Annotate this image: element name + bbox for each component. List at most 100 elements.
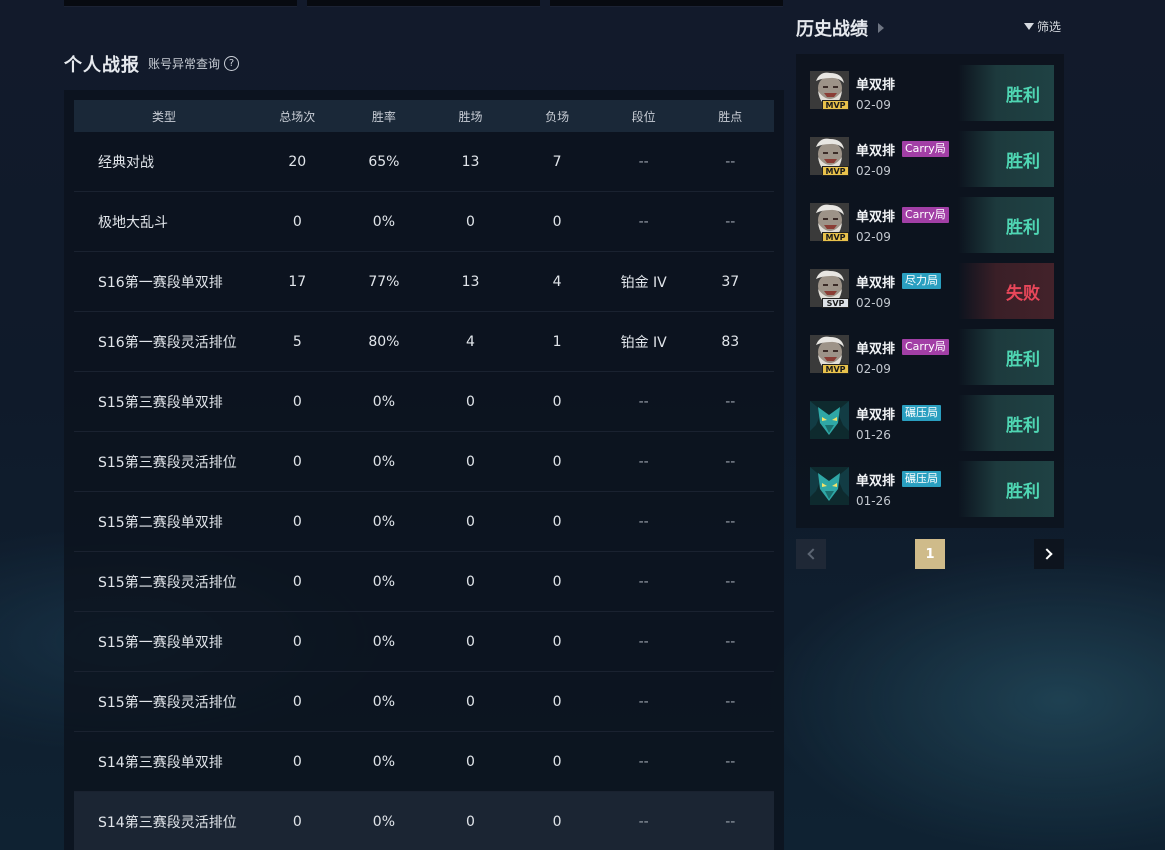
table-cell: 0% xyxy=(372,513,395,530)
match-mode: 单双排 xyxy=(856,276,896,291)
table-row: S15第二赛段单双排 0 0% 0 0 -- -- xyxy=(74,492,774,552)
match-tag: 尽力局 xyxy=(902,273,941,289)
table-cell: -- xyxy=(638,633,649,650)
match-history-item[interactable]: MVP 单双排 Carry局 02-09 胜利 xyxy=(796,328,1064,386)
top-thumbnail[interactable] xyxy=(64,0,297,7)
table-cell: -- xyxy=(638,573,649,590)
match-result: 胜利 xyxy=(958,329,1054,385)
match-history-item[interactable]: MVP 单双排 02-09 胜利 xyxy=(796,64,1064,122)
table-cell: -- xyxy=(638,513,649,530)
table-row: S15第三赛段单双排 0 0% 0 0 -- -- xyxy=(74,372,774,432)
caret-right-icon xyxy=(878,23,884,33)
match-history-item[interactable]: SVP 单双排 尽力局 02-09 失败 xyxy=(796,262,1064,320)
match-history-item[interactable]: 单双排 碾压局 01-26 胜利 xyxy=(796,394,1064,452)
table-cell: 0 xyxy=(552,753,562,770)
table-cell: -- xyxy=(725,573,736,590)
match-date: 01-26 xyxy=(856,494,891,508)
column-header: 胜点 xyxy=(718,109,743,124)
mvp-badge: MVP xyxy=(822,364,849,374)
table-cell: -- xyxy=(638,453,649,470)
personal-stats-panel: 类型 总场次 胜率 胜场 负场 段位 胜点 经典对战 20 65% 13 7 -- -- 极地… xyxy=(64,90,784,850)
personal-stats-title: 个人战报 xyxy=(64,55,140,76)
table-cell: 0 xyxy=(466,453,475,470)
table-cell: 0% xyxy=(372,453,395,470)
table-cell: 0 xyxy=(292,693,302,710)
table-cell: 1 xyxy=(552,333,562,350)
table-cell: S15第三赛段灵活排位 xyxy=(98,454,237,471)
column-header: 胜场 xyxy=(458,109,483,124)
top-thumbnail[interactable] xyxy=(550,0,783,7)
table-cell: 0 xyxy=(466,814,475,830)
next-page-button[interactable] xyxy=(1034,539,1064,569)
match-mode: 单双排 xyxy=(856,408,896,423)
mvp-badge: SVP xyxy=(822,298,849,308)
table-cell: -- xyxy=(725,633,736,650)
table-cell: 0 xyxy=(552,453,562,470)
table-cell: 13 xyxy=(461,153,480,170)
table-cell: -- xyxy=(638,393,649,410)
table-cell: 0% xyxy=(372,213,395,230)
table-cell: -- xyxy=(725,153,736,170)
match-history-item[interactable]: MVP 单双排 Carry局 02-09 胜利 xyxy=(796,130,1064,188)
account-abnormal-query-link[interactable]: 账号异常查询 ? xyxy=(148,55,240,72)
champion-avatar xyxy=(810,467,849,505)
table-cell: 0 xyxy=(292,393,302,410)
match-date: 02-09 xyxy=(856,164,891,178)
match-tag: Carry局 xyxy=(902,207,949,223)
table-cell: 0 xyxy=(552,573,562,590)
table-header: 类型 总场次 胜率 胜场 负场 段位 胜点 xyxy=(74,100,774,132)
question-mark-icon[interactable]: ? xyxy=(224,56,240,71)
table-row: S15第三赛段灵活排位 0 0% 0 0 -- -- xyxy=(74,432,774,492)
match-date: 02-09 xyxy=(856,230,891,244)
table-cell: 13 xyxy=(461,273,480,290)
top-thumbnail[interactable] xyxy=(307,0,540,7)
match-history-title[interactable]: 历史战绩 xyxy=(796,15,884,41)
column-header: 总场次 xyxy=(279,109,316,124)
filter-label: 筛选 xyxy=(1037,20,1062,34)
table-cell: 65% xyxy=(368,153,400,170)
table-cell: 铂金 IV xyxy=(620,334,667,351)
table-cell: 0 xyxy=(292,213,302,230)
table-cell: -- xyxy=(638,153,649,170)
table-cell: 0% xyxy=(372,753,395,770)
table-cell: 铂金 IV xyxy=(620,274,667,291)
page-number-button[interactable]: 1 xyxy=(915,539,945,569)
table-cell: -- xyxy=(725,213,736,230)
table-cell: 4 xyxy=(552,273,562,290)
table-cell: 17 xyxy=(288,273,307,290)
table-cell: 0% xyxy=(372,393,395,410)
match-mode: 单双排 xyxy=(856,78,896,93)
match-tag: Carry局 xyxy=(902,141,949,157)
chevron-left-icon xyxy=(807,548,819,560)
table-cell: S15第二赛段灵活排位 xyxy=(98,574,237,591)
table-cell: 80% xyxy=(368,333,400,350)
table-cell: S15第二赛段单双排 xyxy=(98,514,223,531)
filter-button[interactable]: 筛选 xyxy=(1024,18,1061,35)
column-header: 段位 xyxy=(631,109,656,124)
table-row: S14第三赛段灵活排位 0 0% 0 0 -- -- xyxy=(74,792,774,850)
mvp-badge: MVP xyxy=(822,100,849,110)
match-mode: 单双排 xyxy=(856,342,896,357)
table-cell: -- xyxy=(638,753,649,770)
table-cell: -- xyxy=(638,213,649,230)
table-cell: 0 xyxy=(292,814,302,830)
match-result: 胜利 xyxy=(958,131,1054,187)
table-cell: 0 xyxy=(292,633,302,650)
champion-avatar xyxy=(810,401,849,439)
table-cell: S15第一赛段单双排 xyxy=(98,634,223,651)
match-history-item[interactable]: MVP 单双排 Carry局 02-09 胜利 xyxy=(796,196,1064,254)
table-row: S14第三赛段单双排 0 0% 0 0 -- -- xyxy=(74,732,774,792)
table-row: S16第一赛段灵活排位 5 80% 4 1 铂金 IV 83 xyxy=(74,312,774,372)
table-cell: 20 xyxy=(288,153,307,170)
match-history-item[interactable]: 单双排 碾压局 01-26 胜利 xyxy=(796,460,1064,518)
match-result: 失败 xyxy=(958,263,1054,319)
table-cell: 0% xyxy=(372,573,395,590)
table-row: S15第一赛段单双排 0 0% 0 0 -- -- xyxy=(74,612,774,672)
table-cell: S14第三赛段灵活排位 xyxy=(98,815,237,831)
table-cell: 0 xyxy=(466,213,475,230)
match-mode: 单双排 xyxy=(856,144,896,159)
prev-page-button[interactable] xyxy=(796,539,826,569)
match-date: 01-26 xyxy=(856,428,891,442)
table-cell: 极地大乱斗 xyxy=(98,214,168,231)
table-cell: 0 xyxy=(292,573,302,590)
